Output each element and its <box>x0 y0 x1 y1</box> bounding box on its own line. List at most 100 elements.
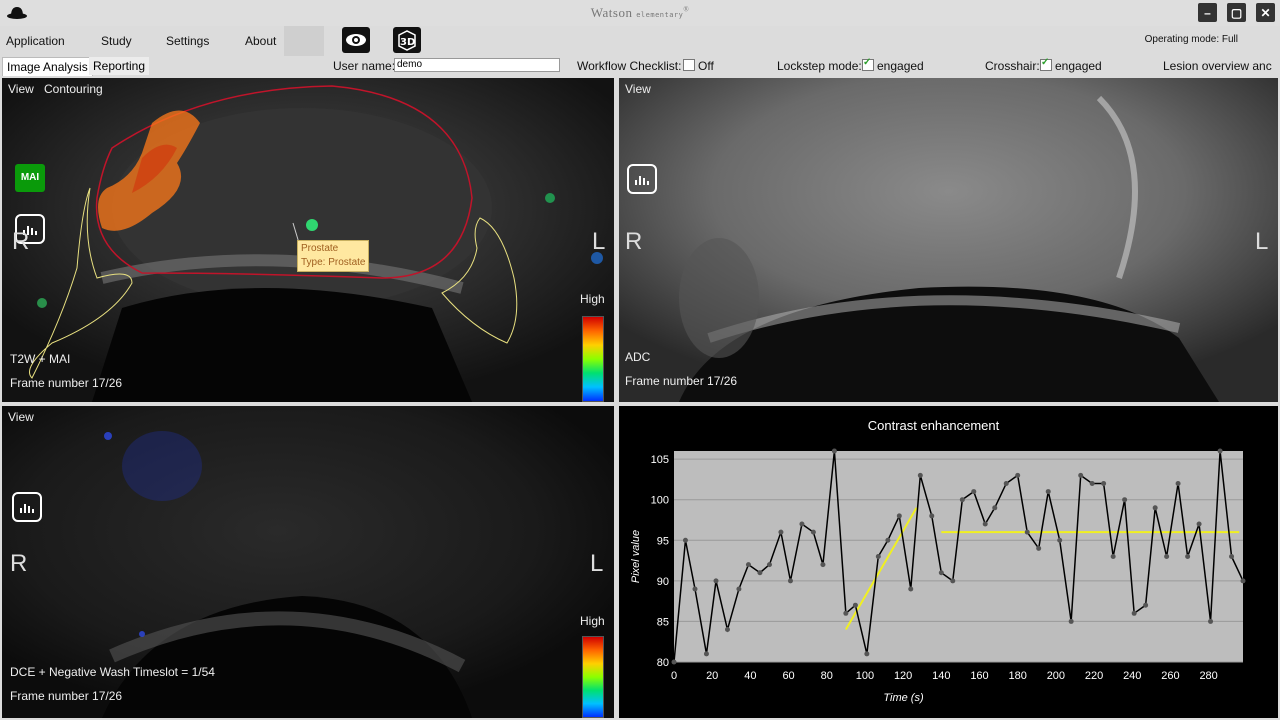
y-tick-label: 80 <box>657 657 669 669</box>
close-icon[interactable]: ✕ <box>1256 3 1275 22</box>
colorbar-high-label: High <box>580 292 605 306</box>
x-tick-label: 20 <box>706 670 718 682</box>
y-tick-label: 95 <box>657 535 669 547</box>
data-point <box>724 627 730 633</box>
x-tick-label: 280 <box>1199 670 1217 682</box>
y-axis-label: Pixel value <box>630 530 642 583</box>
data-point <box>1110 554 1116 559</box>
orientation-right: R <box>625 228 643 255</box>
orientation-left: L <box>1255 228 1269 255</box>
operating-mode: Operating mode: Full <box>1144 34 1238 45</box>
data-point <box>875 554 881 559</box>
histogram-icon[interactable] <box>627 164 657 194</box>
3d-cube-icon[interactable]: 3D <box>393 27 421 53</box>
colorbar <box>582 316 604 402</box>
crosshair-label: Crosshair: <box>985 59 1040 73</box>
data-point <box>1015 472 1021 478</box>
data-point <box>799 521 805 527</box>
data-point <box>757 570 763 576</box>
data-point <box>1078 472 1084 478</box>
menu-about[interactable]: About <box>245 34 276 48</box>
data-point <box>1024 529 1030 535</box>
data-point <box>950 578 956 584</box>
view-menu[interactable]: View <box>8 410 34 424</box>
data-point <box>682 537 688 543</box>
minimize-icon[interactable]: – <box>1198 3 1217 22</box>
data-point <box>787 578 793 584</box>
data-point <box>1089 480 1095 486</box>
mai-badge[interactable]: MAI <box>15 164 45 192</box>
data-point <box>1217 448 1223 454</box>
orientation-left: L <box>592 228 606 255</box>
data-point <box>885 537 891 543</box>
x-tick-label: 220 <box>1085 670 1103 682</box>
app-title: Watson elementary® <box>590 5 690 20</box>
orientation-right: R <box>10 550 28 577</box>
workflow-checklist-toggle[interactable]: Off <box>683 59 714 73</box>
histogram-icon[interactable] <box>12 492 42 522</box>
data-point <box>938 570 944 576</box>
menu-settings[interactable]: Settings <box>166 34 209 48</box>
data-point <box>992 505 998 511</box>
data-point <box>736 586 742 592</box>
data-point <box>692 586 698 592</box>
data-point <box>917 472 923 478</box>
viewport-t2w-mai[interactable]: View Contouring MAI R L Prostate Type: P… <box>2 78 614 402</box>
data-point <box>778 529 784 535</box>
lockstep-label: Lockstep mode: <box>777 59 862 73</box>
data-point <box>1196 521 1202 527</box>
data-point <box>831 448 837 454</box>
orientation-right: R <box>12 228 30 255</box>
lesion-overview-label[interactable]: Lesion overview anc <box>1163 59 1272 73</box>
view-menu[interactable]: View <box>8 82 34 96</box>
crosshair-toggle[interactable]: engaged <box>1040 57 1102 73</box>
data-point <box>766 562 772 568</box>
chart-title: Contrast enhancement <box>868 418 1000 433</box>
data-point <box>713 578 719 584</box>
lockstep-toggle[interactable]: engaged <box>862 57 924 73</box>
colorbar <box>582 636 604 718</box>
eye-icon[interactable] <box>342 27 370 53</box>
x-tick-label: 200 <box>1047 670 1065 682</box>
user-name-label: User name: <box>333 59 396 73</box>
checkbox-checked-icon[interactable] <box>862 57 874 71</box>
checkbox-icon[interactable] <box>683 59 695 71</box>
tab-reporting[interactable]: Reporting <box>89 57 150 75</box>
title-bar: Watson elementary® – ▢ ✕ <box>0 0 1280 26</box>
data-point <box>1143 602 1149 608</box>
x-tick-label: 0 <box>671 670 677 682</box>
data-point <box>971 489 977 495</box>
data-point <box>703 651 709 657</box>
data-point <box>1101 480 1107 486</box>
adc-image <box>619 78 1278 402</box>
y-tick-label: 90 <box>657 576 669 588</box>
tab-image-analysis[interactable]: Image Analysis <box>2 57 93 76</box>
menu-application[interactable]: Application <box>6 34 65 48</box>
x-tick-label: 60 <box>782 670 794 682</box>
data-point <box>1003 480 1009 486</box>
series-label: DCE + Negative Wash Timeslot = 1/54 <box>10 665 215 679</box>
x-tick-label: 160 <box>970 670 988 682</box>
view-menu[interactable]: View <box>625 82 651 96</box>
data-point <box>1229 554 1235 559</box>
user-name-field[interactable] <box>394 58 560 72</box>
data-point <box>1036 545 1042 551</box>
menu-bar: Application Study Settings About <box>0 26 1280 56</box>
data-point <box>982 521 988 527</box>
checkbox-checked-icon[interactable] <box>1040 57 1052 71</box>
data-point <box>671 659 677 665</box>
maximize-icon[interactable]: ▢ <box>1227 3 1246 22</box>
viewport-dce[interactable]: View R L High DCE + Negative Wash Timesl… <box>2 406 614 718</box>
x-tick-label: 120 <box>894 670 912 682</box>
data-point <box>1152 505 1158 511</box>
data-point <box>1122 497 1128 503</box>
contour-tooltip: Prostate Type: Prostate <box>297 240 370 272</box>
svg-text:3D: 3D <box>400 37 415 48</box>
x-tick-label: 80 <box>821 670 833 682</box>
data-point <box>745 562 751 568</box>
series-label: T2W + MAI <box>10 352 71 366</box>
data-point <box>810 529 816 535</box>
contouring-menu[interactable]: Contouring <box>44 82 103 96</box>
viewport-adc[interactable]: View R L ADC Frame number 17/26 <box>619 78 1278 402</box>
menu-study[interactable]: Study <box>101 34 132 48</box>
